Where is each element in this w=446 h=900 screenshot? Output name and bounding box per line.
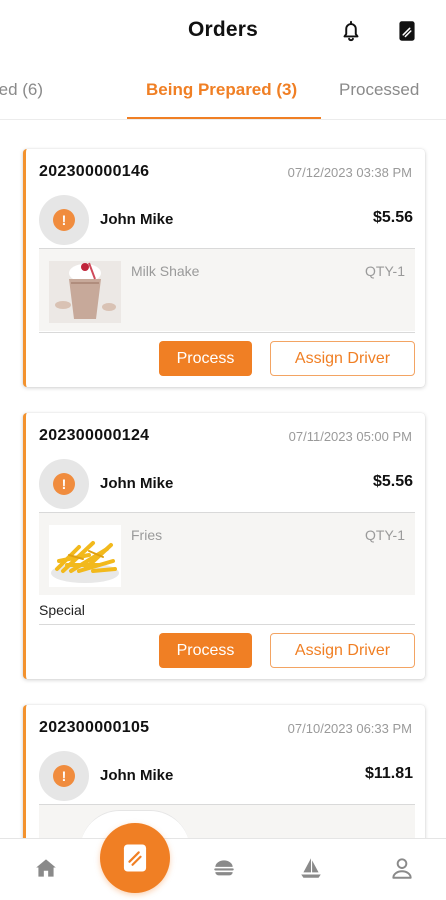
assign-driver-button[interactable]: Assign Driver bbox=[270, 633, 415, 668]
avatar: ! bbox=[39, 751, 89, 801]
order-note-icon[interactable] bbox=[394, 18, 420, 44]
status-tabs: ccepted (6) Being Prepared (3) Processed bbox=[0, 62, 446, 120]
bottom-navigation bbox=[0, 838, 446, 900]
customer-name: John Mike bbox=[100, 475, 174, 492]
order-date: 07/11/2023 05:00 PM bbox=[288, 429, 412, 444]
home-icon[interactable] bbox=[33, 855, 59, 881]
order-note: Special bbox=[39, 602, 85, 618]
profile-icon[interactable] bbox=[389, 855, 415, 881]
orders-icon bbox=[123, 844, 147, 872]
fries-image bbox=[49, 525, 121, 587]
top-app-bar: Orders bbox=[0, 0, 446, 62]
customer-row: ! John Mike $5.56 bbox=[39, 193, 415, 247]
order-item: Milk Shake QTY-1 bbox=[39, 249, 415, 331]
customer-row: ! John Mike $11.81 bbox=[39, 749, 415, 803]
item-name: Fries bbox=[131, 527, 163, 543]
order-id: 202300000105 bbox=[39, 719, 150, 736]
tab-processed[interactable]: Processed bbox=[339, 80, 419, 100]
item-name: Milk Shake bbox=[131, 263, 200, 279]
process-button[interactable]: Process bbox=[159, 341, 252, 376]
customer-row: ! John Mike $5.56 bbox=[39, 457, 415, 511]
order-amount: $11.81 bbox=[364, 765, 413, 782]
order-id: 202300000146 bbox=[39, 163, 150, 180]
alert-icon: ! bbox=[53, 765, 75, 787]
menu-burger-icon[interactable] bbox=[211, 855, 237, 881]
customer-name: John Mike bbox=[100, 211, 174, 228]
order-card[interactable]: 202300000146 07/12/2023 03:38 PM ! John … bbox=[23, 149, 425, 387]
order-amount: $5.56 bbox=[372, 473, 413, 490]
tab-accepted[interactable]: ccepted (6) bbox=[0, 80, 43, 100]
order-item: Fries QTY-1 bbox=[39, 513, 415, 595]
page-title: Orders bbox=[187, 18, 259, 41]
avatar: ! bbox=[39, 195, 89, 245]
order-card[interactable]: 202300000105 07/10/2023 06:33 PM ! John … bbox=[23, 705, 425, 845]
order-date: 07/10/2023 06:33 PM bbox=[287, 721, 412, 736]
bell-icon[interactable] bbox=[338, 18, 364, 44]
boat-icon[interactable] bbox=[298, 855, 324, 881]
customer-name: John Mike bbox=[100, 767, 174, 784]
divider bbox=[39, 624, 415, 625]
avatar: ! bbox=[39, 459, 89, 509]
process-button[interactable]: Process bbox=[159, 633, 252, 668]
tabs-divider bbox=[0, 119, 446, 120]
tab-being-prepared[interactable]: Being Prepared (3) bbox=[146, 80, 297, 100]
milkshake-image bbox=[49, 261, 121, 323]
divider bbox=[39, 332, 415, 333]
item-quantity: QTY-1 bbox=[365, 527, 405, 543]
assign-driver-button[interactable]: Assign Driver bbox=[270, 341, 415, 376]
alert-icon: ! bbox=[53, 473, 75, 495]
order-id: 202300000124 bbox=[39, 427, 150, 444]
order-amount: $5.56 bbox=[372, 209, 413, 226]
alert-icon: ! bbox=[53, 209, 75, 231]
order-card[interactable]: 202300000124 07/11/2023 05:00 PM ! John … bbox=[23, 413, 425, 679]
orders-fab-button[interactable] bbox=[100, 823, 170, 893]
order-date: 07/12/2023 03:38 PM bbox=[287, 165, 412, 180]
item-quantity: QTY-1 bbox=[365, 263, 405, 279]
